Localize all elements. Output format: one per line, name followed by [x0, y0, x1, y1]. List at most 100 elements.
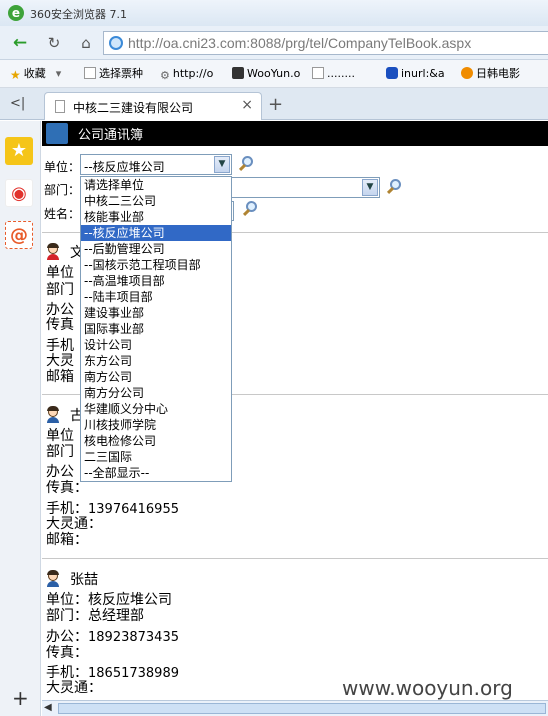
dropdown-option[interactable]: --核反应堆公司	[81, 225, 231, 241]
favorites-star-icon[interactable]: ★	[5, 137, 33, 165]
dropdown-option[interactable]: --陆丰项目部	[81, 289, 231, 305]
contact-lingtong: 大灵通：	[46, 677, 102, 697]
bookmark-item[interactable]: ........	[312, 67, 355, 83]
home-icon[interactable]: ⌂	[76, 33, 96, 53]
bookmark-label: WooYun.o	[247, 67, 301, 80]
page-icon	[312, 67, 324, 79]
bookmark-item[interactable]: 选择票种	[84, 67, 143, 83]
contact-email: 邮箱：	[46, 529, 88, 549]
dropdown-option[interactable]: --国核示范工程项目部	[81, 257, 231, 273]
add-icon[interactable]: +	[12, 686, 29, 710]
dropdown-option[interactable]: 华建顺义分中心	[81, 401, 231, 417]
dropdown-option[interactable]: 东方公司	[81, 353, 231, 369]
dept-label: 部门：	[44, 183, 81, 197]
lingtong-field-label: 大灵通：	[46, 680, 102, 696]
dropdown-option[interactable]: 建设事业部	[81, 305, 231, 321]
mail-at-icon[interactable]: @	[5, 221, 33, 249]
bookmark-label: 收藏	[23, 67, 46, 80]
contact-name: 张喆	[70, 572, 98, 588]
gear-icon: ⚙	[160, 69, 170, 82]
back-arrow-icon[interactable]: ←	[10, 33, 30, 53]
dropdown-option[interactable]: 请选择单位	[81, 177, 231, 193]
male-avatar-icon	[46, 406, 60, 423]
close-icon[interactable]: ×	[241, 97, 253, 113]
address-url[interactable]: http://oa.cni23.com:8088/prg/tel/Company…	[128, 35, 471, 51]
bookmark-label: http://o	[172, 67, 214, 80]
bookmark-item[interactable]: 日韩电影	[461, 67, 520, 83]
unit-select[interactable]: --核反应堆公司 ▼	[80, 154, 232, 175]
dept-search-icon[interactable]	[386, 179, 402, 195]
unit-label: 单位：	[44, 160, 81, 174]
new-tab-icon[interactable]: +	[268, 94, 283, 115]
sidebar-toggle-icon[interactable]: <|	[10, 96, 25, 111]
page-icon	[84, 67, 96, 79]
dropdown-option[interactable]: 中核二三公司	[81, 193, 231, 209]
female-avatar-icon	[46, 243, 60, 260]
male-avatar-icon	[46, 570, 60, 587]
fax-field-label: 传真：	[46, 645, 88, 661]
title-bar: e 360安全浏览器 7.1	[0, 0, 548, 26]
bookmark-favorites[interactable]: ★ 收藏 ▾	[10, 67, 61, 83]
dropdown-option[interactable]: --全部显示--	[81, 465, 231, 481]
wooyun-icon	[232, 67, 244, 79]
chevron-down-icon[interactable]: ▾	[56, 67, 62, 80]
dropdown-option[interactable]: 二三国际	[81, 449, 231, 465]
navigation-bar: ← ↻ ⌂ http://oa.cni23.com:8088/prg/tel/C…	[0, 26, 548, 60]
divider	[42, 558, 548, 559]
browser-window: e 360安全浏览器 7.1 ← ↻ ⌂ http://oa.cni23.com…	[0, 0, 548, 716]
dropdown-option[interactable]: 南方分公司	[81, 385, 231, 401]
bookmarks-bar: ★ 收藏 ▾ 选择票种 ⚙ http://o WooYun.o ........ in…	[0, 60, 548, 88]
bookmark-label: ........	[327, 67, 355, 80]
name-search-icon[interactable]	[242, 201, 258, 217]
fax-field-label: 传真：	[46, 480, 88, 496]
scrollbar-thumb[interactable]	[58, 703, 546, 714]
unit-row: 单位： --核反应堆公司 ▼	[42, 154, 272, 176]
page-header: 公司通讯簿	[42, 121, 548, 146]
dropdown-option[interactable]: 南方公司	[81, 369, 231, 385]
unit-search-icon[interactable]	[238, 156, 254, 172]
paw-icon	[386, 67, 398, 79]
bookmark-label: inurl:&a	[401, 67, 445, 80]
weibo-icon[interactable]: ◉	[5, 179, 33, 207]
contact-email: 邮箱	[46, 366, 74, 386]
horizontal-scrollbar[interactable]: ◀	[42, 700, 548, 716]
dept-value: 总经理部	[88, 608, 144, 624]
reload-icon[interactable]: ↻	[44, 33, 64, 53]
dropdown-option[interactable]: --高温堆项目部	[81, 273, 231, 289]
contact-dept: 部门	[46, 441, 74, 461]
contact-fax: 传真	[46, 314, 74, 334]
bookmark-item[interactable]: ⚙ http://o	[160, 67, 213, 83]
name-label: 姓名：	[44, 207, 81, 221]
globe-icon	[109, 36, 123, 50]
scroll-left-icon[interactable]: ◀	[44, 702, 52, 713]
star-icon: ★	[10, 68, 21, 82]
email-field-label: 邮箱	[46, 369, 74, 385]
dept-field-label: 部门	[46, 282, 74, 298]
chevron-down-icon[interactable]: ▼	[362, 179, 378, 196]
contact-dept: 部门	[46, 279, 74, 299]
email-field-label: 邮箱：	[46, 532, 88, 548]
bookmark-label: 选择票种	[99, 67, 143, 80]
tab-label: 中核二三建设有限公司	[73, 101, 194, 115]
bookmark-item[interactable]: WooYun.o	[232, 67, 300, 83]
dropdown-option[interactable]: 核能事业部	[81, 209, 231, 225]
dropdown-option[interactable]: --后勤管理公司	[81, 241, 231, 257]
bookmark-item[interactable]: inurl:&a	[386, 67, 445, 83]
tab-active[interactable]: 中核二三建设有限公司 ×	[44, 92, 262, 120]
side-panel: ★ ◉ @ +	[0, 121, 41, 716]
unit-dropdown-list[interactable]: 请选择单位 中核二三公司 核能事业部 --核反应堆公司 --后勤管理公司 --国核示范工程…	[80, 176, 232, 482]
rss-feed-icon	[46, 123, 68, 144]
chevron-down-icon[interactable]: ▼	[214, 156, 230, 173]
dept-field-label: 部门：	[46, 608, 88, 624]
dropdown-option[interactable]: 国际事业部	[81, 321, 231, 337]
page-icon	[55, 100, 65, 113]
app-title: 360安全浏览器 7.1	[30, 8, 127, 21]
play-icon	[461, 67, 473, 79]
fax-field-label: 传真	[46, 317, 74, 333]
tab-bar: <| 中核二三建设有限公司 × +	[0, 88, 548, 120]
dropdown-option[interactable]: 核电检修公司	[81, 433, 231, 449]
browser-logo-icon: e	[8, 5, 24, 21]
address-bar[interactable]: http://oa.cni23.com:8088/prg/tel/Company…	[103, 31, 548, 55]
dropdown-option[interactable]: 川核技师学院	[81, 417, 231, 433]
dropdown-option[interactable]: 设计公司	[81, 337, 231, 353]
